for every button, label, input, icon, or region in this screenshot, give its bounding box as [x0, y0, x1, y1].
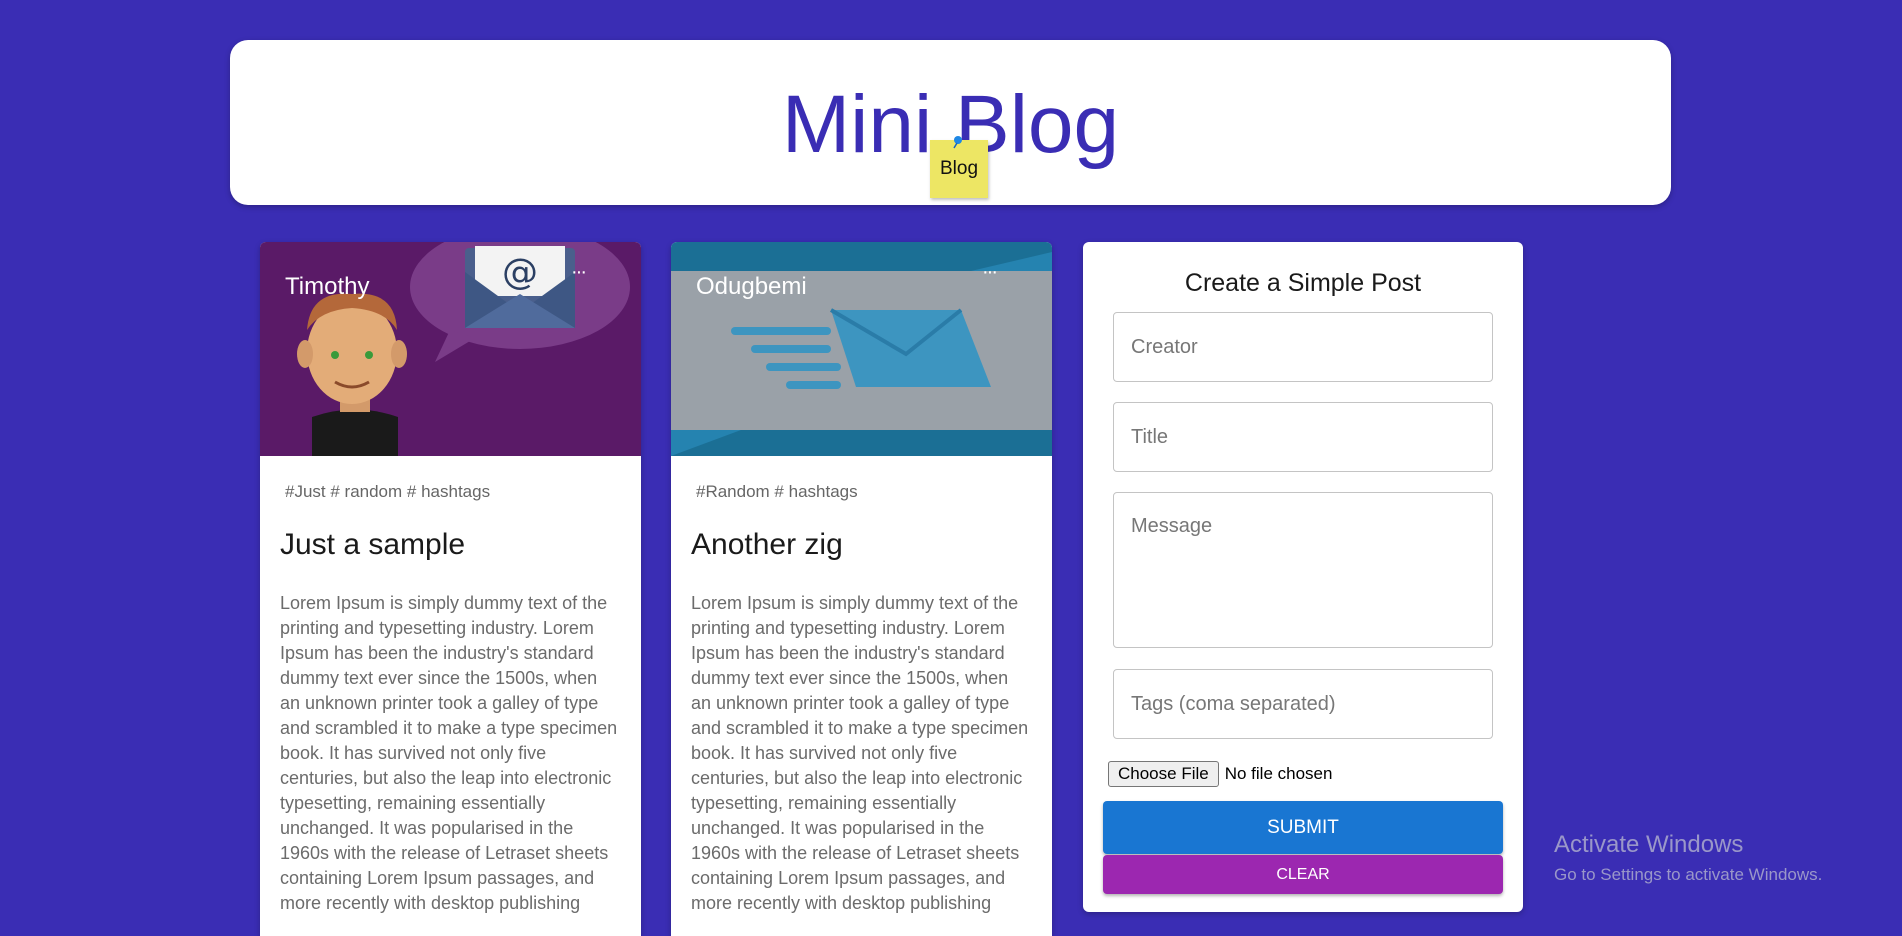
post-tags: #Just # random # hashtags	[285, 482, 491, 501]
title-input[interactable]	[1113, 402, 1493, 472]
post-image: Odugbemi ···	[671, 242, 1052, 456]
post-card: Odugbemi ··· #Random # hashtags Another …	[671, 242, 1052, 936]
svg-text:@: @	[502, 252, 538, 293]
app-header: Mini Blog Blog	[230, 40, 1671, 205]
blog-nav-note[interactable]: Blog	[930, 136, 988, 198]
watermark-subtitle: Go to Settings to activate Windows.	[1554, 865, 1823, 884]
post-tags: #Random # hashtags	[696, 482, 858, 501]
create-post-form: Create a Simple Post Choose File No file…	[1083, 242, 1523, 912]
clear-button[interactable]: CLEAR	[1103, 855, 1503, 894]
blog-nav-label: Blog	[939, 158, 979, 179]
message-input[interactable]	[1113, 492, 1493, 648]
pushpin-icon	[953, 136, 962, 149]
post-card: @ Timothy ··· #Just # random # hashtags …	[260, 242, 641, 936]
submit-button[interactable]: SUBMIT	[1103, 801, 1503, 854]
post-title: Another zig	[691, 528, 843, 561]
post-creator: Timothy	[285, 273, 370, 300]
post-creator: Odugbemi	[696, 273, 807, 300]
file-picker: Choose File No file chosen	[1108, 761, 1332, 787]
post-message: Lorem Ipsum is simply dummy text of the …	[280, 593, 618, 913]
post-image: @ Timothy ···	[260, 242, 641, 456]
tags-input[interactable]	[1113, 669, 1493, 739]
form-title: Create a Simple Post	[1184, 269, 1422, 297]
more-horiz-icon[interactable]: ···	[571, 262, 587, 282]
post-title: Just a sample	[280, 528, 466, 561]
creator-input[interactable]	[1113, 312, 1493, 382]
more-horiz-icon[interactable]: ···	[982, 262, 998, 282]
post-message: Lorem Ipsum is simply dummy text of the …	[691, 593, 1029, 913]
choose-file-button[interactable]: Choose File	[1108, 761, 1219, 787]
watermark-title: Activate Windows	[1554, 831, 1744, 858]
activate-windows-watermark: Activate Windows Go to Settings to activ…	[1554, 831, 1822, 885]
file-status: No file chosen	[1224, 764, 1333, 783]
